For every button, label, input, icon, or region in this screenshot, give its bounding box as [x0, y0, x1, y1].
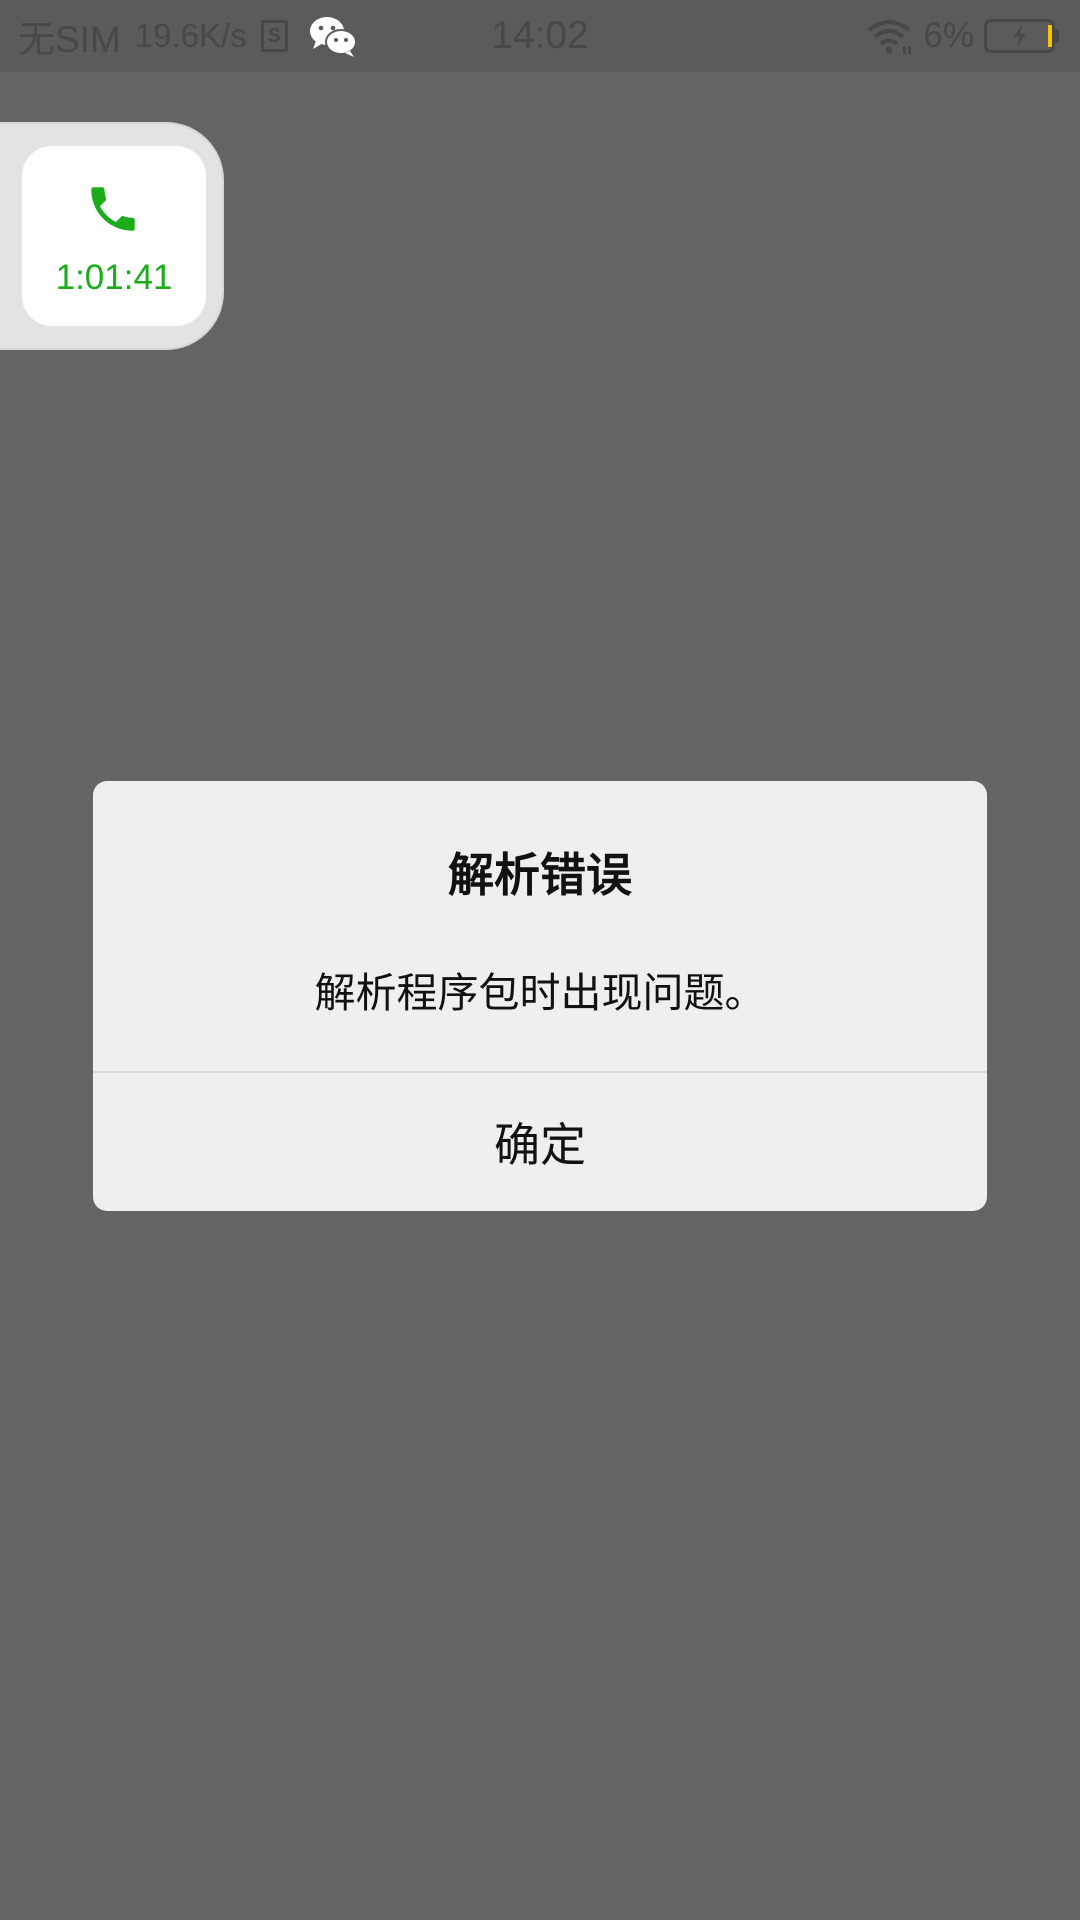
- dialog-message: 解析程序包时出现问题。: [314, 969, 766, 1017]
- status-bar-right: 6%: [865, 14, 1060, 58]
- dialog-title: 解析错误: [448, 848, 632, 902]
- ok-button[interactable]: 确定: [93, 1073, 987, 1211]
- battery-charging-icon: [984, 19, 1059, 53]
- floating-call-widget[interactable]: 1:01:41: [0, 124, 222, 348]
- call-duration: 1:01:41: [55, 258, 173, 297]
- wifi-icon: [868, 20, 912, 54]
- status-bar: 无SIM 19.6K/s S 14:02 6%: [0, 0, 1080, 72]
- battery-percent: 6%: [923, 16, 974, 55]
- call-card[interactable]: 1:01:41: [22, 146, 206, 326]
- phone-icon: [91, 187, 135, 231]
- parse-error-dialog: 解析错误 解析程序包时出现问题。 确定: [93, 781, 987, 1211]
- screen: 无SIM 19.6K/s S 14:02 6% 1:01:41 解析错误 解析程…: [0, 0, 1080, 1920]
